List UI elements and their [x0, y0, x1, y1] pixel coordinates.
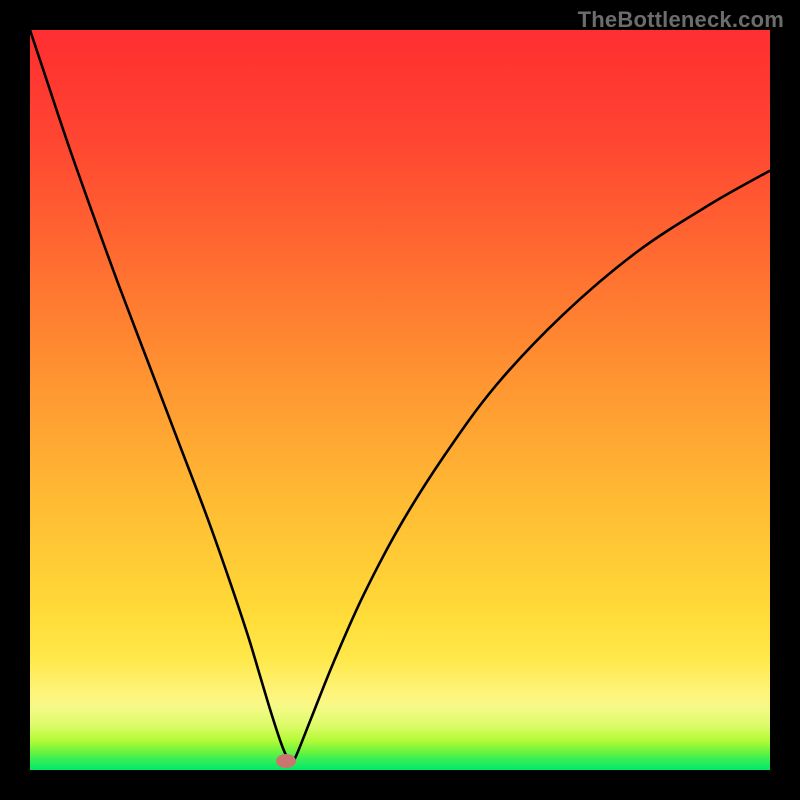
min-marker — [276, 754, 296, 768]
plot-area — [30, 30, 770, 770]
curve-svg — [30, 30, 770, 770]
watermark-text: TheBottleneck.com — [578, 7, 784, 33]
chart-frame: TheBottleneck.com — [0, 0, 800, 800]
bottleneck-curve — [30, 30, 770, 763]
